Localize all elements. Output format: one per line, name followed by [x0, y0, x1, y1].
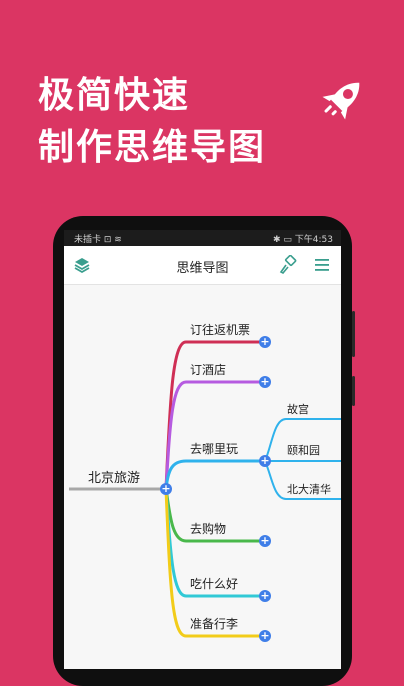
carrier-status: 未插卡 ⊡ ≋: [74, 235, 122, 245]
root-node[interactable]: 北京旅游: [88, 467, 140, 486]
branch-5-add-button[interactable]: +: [259, 590, 271, 602]
branch-node-1[interactable]: 订往返机票: [190, 321, 250, 338]
mindmap-canvas[interactable]: 北京旅游 + 订往返机票 + 订酒店 + 去哪里玩 + 故宫 颐和园 北大清华 …: [64, 285, 341, 669]
branch-6-connector: [164, 488, 265, 638]
status-bar: 未插卡 ⊡ ≋ ✱ ▭ 下午4:53: [64, 230, 341, 246]
sub-node-1[interactable]: 故宫: [287, 401, 309, 417]
app-title: 思维导图: [176, 261, 229, 276]
paint-brush-icon[interactable]: [278, 255, 298, 275]
branch-4-add-button[interactable]: +: [259, 535, 271, 547]
branch-2-add-button[interactable]: +: [259, 376, 271, 388]
sub-node-3[interactable]: 北大清华: [287, 481, 331, 497]
branch-1-add-button[interactable]: +: [259, 336, 271, 348]
branch-6-add-button[interactable]: +: [259, 630, 271, 642]
root-add-button[interactable]: +: [160, 483, 172, 495]
rocket-icon: [322, 82, 360, 120]
headline-line-1: 极简快速: [38, 75, 191, 116]
branch-node-3[interactable]: 去哪里玩: [190, 440, 238, 457]
volume-button: [352, 311, 355, 357]
power-button: [352, 376, 355, 406]
app-bar: 思维导图: [64, 246, 341, 285]
sub-node-2[interactable]: 颐和园: [287, 442, 320, 458]
branch-node-5[interactable]: 吃什么好: [190, 575, 238, 592]
branch-node-2[interactable]: 订酒店: [190, 361, 226, 378]
branch-node-4[interactable]: 去购物: [190, 520, 226, 537]
phone-screen: 未插卡 ⊡ ≋ ✱ ▭ 下午4:53 思维导图 北京旅游 + 订往返机票 + 订…: [64, 230, 341, 669]
branch-node-6[interactable]: 准备行李: [190, 615, 238, 632]
headline-line-2: 制作思维导图: [38, 127, 267, 168]
branch-3-add-button[interactable]: +: [259, 455, 271, 467]
clock-status: ✱ ▭ 下午4:53: [273, 235, 333, 245]
branch-2-connector: [164, 380, 265, 490]
branch-3-connector: [164, 459, 265, 490]
menu-icon[interactable]: [312, 255, 332, 275]
